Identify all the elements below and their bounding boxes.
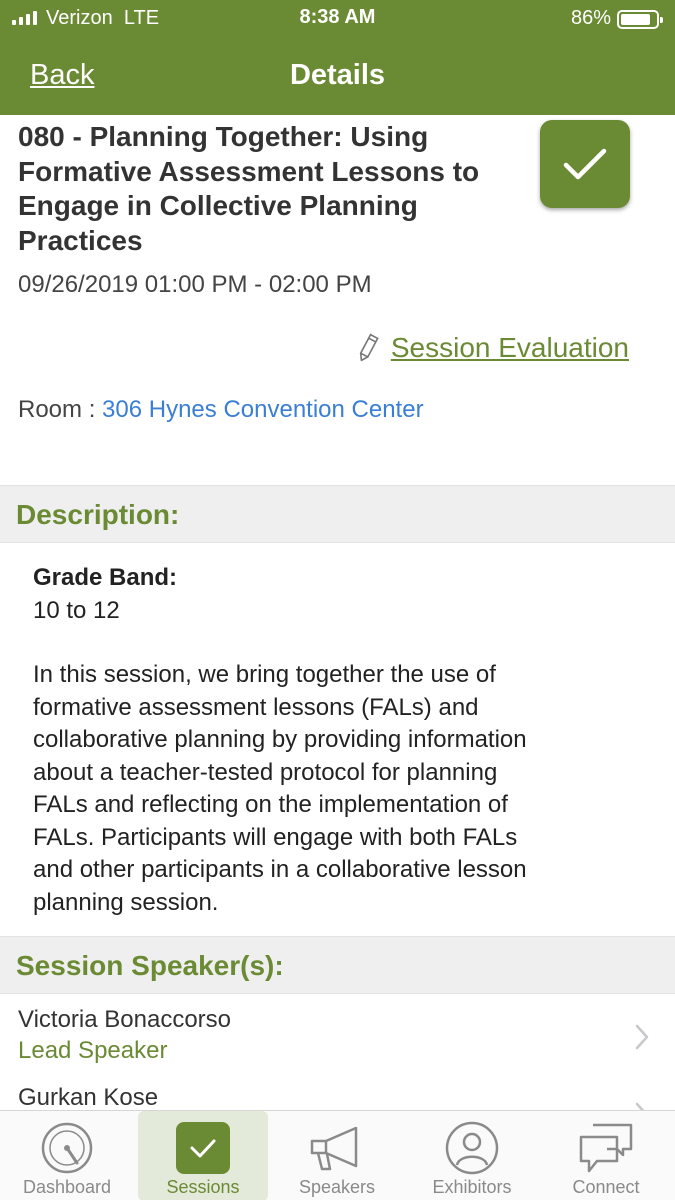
tab-dashboard[interactable]: Dashboard [2, 1111, 132, 1200]
description-line: and other participants in a collaborativ… [33, 856, 527, 883]
tab-exhibitors[interactable]: Exhibitors [407, 1111, 537, 1200]
tab-label: Sessions [166, 1177, 240, 1197]
page-title: Details [289, 59, 386, 91]
speaker-row[interactable]: Victoria Bonaccorso Lead Speaker [0, 996, 675, 1082]
battery-icon [617, 10, 663, 29]
description-line: FALs and reflecting on the implementatio… [33, 791, 508, 818]
description-line: In this session, we bring together the u… [33, 661, 496, 688]
tab-label: Connect [572, 1177, 640, 1197]
speakers-header-label: Session Speaker(s): [16, 950, 284, 981]
nav-bar: Back Details [0, 45, 675, 109]
tab-bar: Dashboard Sessions Speakers Exhibitors C… [0, 1110, 675, 1200]
tab-label: Exhibitors [432, 1177, 512, 1197]
megaphone-icon [310, 1126, 358, 1171]
description-paragraph: In this session, we bring together the u… [33, 659, 653, 919]
tab-sessions[interactable]: Sessions [138, 1111, 268, 1200]
tab-connect[interactable]: Connect [541, 1111, 671, 1200]
speaker-name: Gurkan Kose [18, 1084, 159, 1111]
room-link[interactable]: 306 Hynes Convention Center [102, 396, 424, 423]
add-to-schedule-button[interactable] [540, 120, 630, 208]
check-icon [190, 1139, 216, 1158]
room-info: Room : 306 Hynes Convention Center [18, 396, 424, 424]
session-evaluation-link[interactable]: Session Evaluation [357, 332, 629, 364]
tab-label: Dashboard [22, 1177, 112, 1197]
status-bar: Verizon LTE 8:38 AM 86% [0, 0, 675, 38]
room-label: Room : [18, 396, 96, 423]
session-title-line: 080 - Planning Together: Using [18, 121, 429, 152]
description-line: FALs. Participants will engage with both… [33, 823, 518, 851]
battery-percent: 86% [570, 7, 611, 29]
speedometer-icon [41, 1122, 93, 1174]
session-datetime: 09/26/2019 01:00 PM - 02:00 PM [18, 271, 372, 298]
speaker-name: Victoria Bonaccorso [18, 1006, 231, 1033]
session-evaluation-label: Session Evaluation [390, 332, 629, 363]
speakers-header: Session Speaker(s): [0, 936, 675, 994]
pencil-icon [359, 333, 379, 362]
description-header: Description: [0, 485, 675, 543]
description-header-label: Description: [16, 499, 180, 530]
chevron-right-icon [635, 1024, 649, 1050]
person-icon [445, 1121, 499, 1175]
sessions-tab-badge [176, 1122, 230, 1174]
tab-label: Speakers [298, 1177, 376, 1197]
description-line: planning session. [33, 888, 219, 916]
session-title-line: Engage in Collective Planning [18, 190, 418, 221]
top-bar: Verizon LTE 8:38 AM 86% Back Details [0, 0, 675, 115]
grade-band-label: Grade Band: [33, 564, 178, 591]
description-line: formative assessment lessons (FALs) and [33, 693, 479, 721]
check-icon [563, 148, 607, 180]
description-body: Grade Band: 10 to 12 In this session, we… [33, 562, 653, 919]
chat-bubbles-icon [579, 1123, 633, 1173]
speaker-role: Lead Speaker [18, 1037, 168, 1064]
grade-band-value: 10 to 12 [33, 596, 120, 624]
description-line: about a teacher-tested protocol for plan… [33, 758, 498, 786]
description-line: collaborative planning by providing info… [33, 726, 527, 753]
session-title: 080 - Planning Together: Using Formative… [18, 120, 528, 258]
session-title-line: Practices [18, 224, 143, 256]
tab-speakers[interactable]: Speakers [272, 1111, 402, 1200]
session-title-line: Formative Assessment Lessons to [18, 155, 480, 187]
